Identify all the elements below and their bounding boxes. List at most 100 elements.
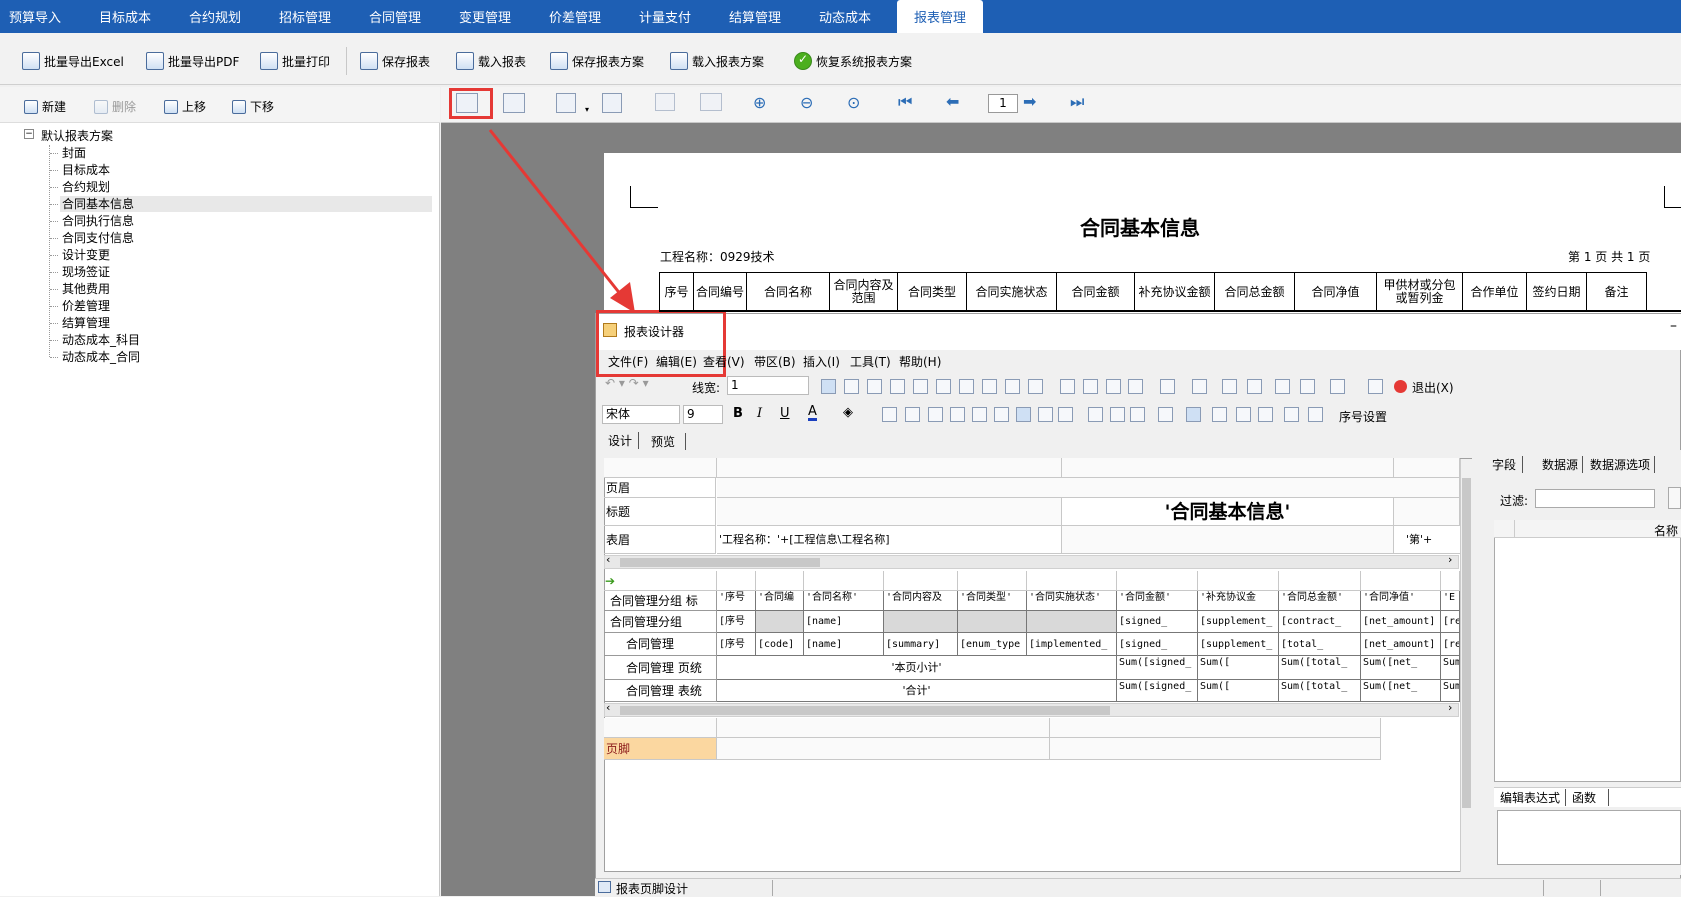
format-tool-icon[interactable] [1110,407,1125,422]
save-scheme-button[interactable]: 保存报表方案 [550,49,644,73]
italic-button[interactable]: I [757,406,762,421]
footer-band-cell[interactable] [717,738,1050,760]
border-tool-icon[interactable] [1106,379,1121,394]
title-expression-cell[interactable]: '合同基本信息' [1062,498,1394,526]
first-page-icon[interactable]: ⏮ [898,92,912,112]
grid-cell[interactable]: [signed_ [1117,633,1198,656]
two-page-button[interactable] [700,93,722,111]
format-tool-icon[interactable] [1130,407,1145,422]
restore-scheme-button[interactable]: 恢复系统报表方案 [794,49,912,73]
tree-item[interactable]: 其他费用 [60,281,112,297]
border-tool-icon[interactable] [867,379,882,394]
grid-cell[interactable]: '合同编 [756,591,804,611]
scroll-left-icon[interactable]: ‹ [606,553,610,566]
tab-datasource-options[interactable]: 数据源选项 [1590,456,1656,473]
page-number-input[interactable]: 1 [988,94,1018,113]
grid-cell[interactable]: [enum_type [958,633,1027,656]
menu-3[interactable]: 带区(B) [754,353,796,370]
format-tool-icon[interactable] [972,407,987,422]
band-label[interactable]: 合同管理 表统 [604,680,717,702]
grid-cell[interactable]: Sum([net_ [1361,680,1441,702]
tab-preview[interactable]: 预览 [645,433,687,450]
table-header-band-cell[interactable] [1062,526,1394,554]
grid-cell[interactable]: '合同类型' [958,591,1027,611]
tab-contract-management[interactable]: 合同管理 [360,0,430,33]
band-label[interactable]: 合同管理 页统 [604,656,717,680]
menu-5[interactable]: 工具(T) [850,353,891,370]
filter-input[interactable] [1535,489,1655,508]
grid-cell[interactable]: [supplement_ [1198,611,1279,633]
grid-cell[interactable]: Sum([total_ [1279,656,1361,680]
new-button[interactable]: 新建 [24,98,66,115]
zoom-in-icon[interactable]: ⊕ [753,93,766,112]
tab-price-diff[interactable]: 价差管理 [540,0,610,33]
scroll-left-icon[interactable]: ‹ [606,701,610,714]
grid-cell[interactable]: Sum [1441,680,1460,702]
format-tool-icon[interactable] [1058,407,1073,422]
border-tool-icon[interactable] [959,379,974,394]
format-tool-icon[interactable] [928,407,943,422]
tab-edit-expression[interactable]: 编辑表达式 [1500,789,1567,806]
zoom-fit-icon[interactable]: ⊙ [847,93,860,112]
fill-color-icon[interactable]: ◈ [843,405,853,420]
collapse-icon[interactable]: − [24,129,34,139]
grid-cell[interactable]: Sum([net_ [1361,656,1441,680]
tab-functions[interactable]: 函数 [1572,789,1610,806]
tab-datasource[interactable]: 数据源 [1542,456,1584,473]
border-tool-icon[interactable] [1275,379,1290,394]
grid-cell[interactable]: '合同净值' [1361,591,1441,611]
tree-item[interactable]: 设计变更 [60,247,112,263]
grid-cell[interactable] [958,611,1027,633]
tree-item[interactable]: 动态成本_合同 [60,349,142,365]
format-tool-icon[interactable] [1308,407,1323,422]
grid-cell[interactable]: [total_ [1279,633,1361,656]
border-tool-icon[interactable] [844,379,859,394]
border-tool-icon[interactable] [1300,379,1315,394]
tab-dynamic-cost[interactable]: 动态成本 [810,0,880,33]
tree-item[interactable]: 结算管理 [60,315,112,331]
tree-item[interactable]: 合同执行信息 [60,213,136,229]
tab-budget-import[interactable]: 预算导入 [0,0,70,33]
horizontal-scrollbar-top[interactable] [604,555,1459,569]
border-tool-icon[interactable] [1005,379,1020,394]
border-tool-icon[interactable] [1160,379,1175,394]
tree-item[interactable]: 合同支付信息 [60,230,136,246]
tab-target-cost[interactable]: 目标成本 [90,0,160,33]
grid-cell[interactable]: [signed_ [1117,611,1198,633]
grid-cell[interactable]: [supplement_ [1198,633,1279,656]
border-tool-icon[interactable] [913,379,928,394]
grid-cell[interactable]: '合同名称' [804,591,884,611]
minimize-icon[interactable]: – [1670,318,1677,334]
save-report-button[interactable]: 保存报表 [360,49,430,73]
move-up-button[interactable]: 上移 [164,98,206,115]
grid-cell[interactable]: [re [1441,633,1460,656]
footer-band-cell[interactable] [1050,738,1381,760]
format-tool-icon[interactable] [1186,407,1201,422]
tab-fields[interactable]: 字段 [1492,456,1524,473]
border-tool-icon[interactable] [1192,379,1207,394]
scroll-right-icon[interactable]: › [1448,701,1452,714]
border-tool-icon[interactable] [1028,379,1043,394]
tab-bidding[interactable]: 招标管理 [270,0,340,33]
font-select[interactable]: 宋体 [602,405,680,424]
grid-cell[interactable]: '合同实施状态' [1027,591,1117,611]
move-down-button[interactable]: 下移 [232,98,274,115]
grid-cell[interactable]: [序号 [717,611,756,633]
menu-0[interactable]: 文件(F) [608,353,648,370]
last-page-icon[interactable]: ⏭ [1070,92,1084,112]
grid-cell[interactable]: [contract_ [1279,611,1361,633]
grid-cell[interactable]: 'E [1441,591,1460,611]
grid-cell[interactable]: '合同金额' [1117,591,1198,611]
border-tool-icon[interactable] [982,379,997,394]
grid-cell[interactable]: [summary] [884,633,958,656]
border-tool-icon[interactable] [1083,379,1098,394]
format-tool-icon[interactable] [950,407,965,422]
grid-cell[interactable]: Sum [1441,656,1460,680]
grid-cell[interactable]: Sum([ [1198,680,1279,702]
grid-cell[interactable]: Sum([ [1198,656,1279,680]
format-tool-icon[interactable] [905,407,920,422]
layout-button[interactable] [602,93,622,113]
delete-button[interactable]: 删除 [94,98,136,115]
scroll-right-icon[interactable]: › [1448,553,1452,566]
grid-cell[interactable]: [序号 [717,633,756,656]
